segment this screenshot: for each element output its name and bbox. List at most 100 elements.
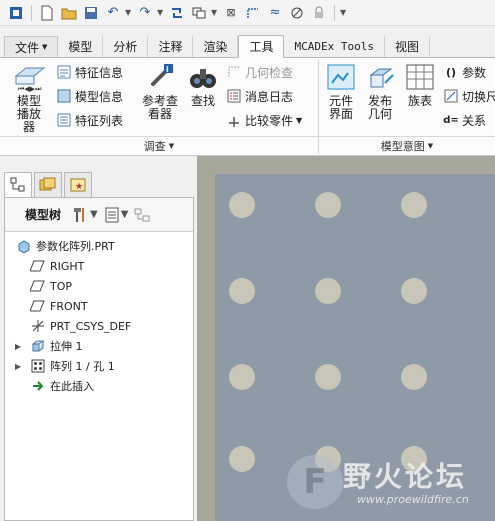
family-table-button[interactable]: 族表 — [402, 62, 438, 108]
save-icon[interactable] — [81, 3, 101, 23]
tab-analysis[interactable]: 分析 — [103, 36, 149, 57]
tree-item-root[interactable]: 参数化阵列.PRT — [15, 236, 115, 256]
tree-item-label: RIGHT — [50, 259, 85, 273]
ribbon-panel: ⏮◀▶⏭ 模型播放器 特征信息 模型信息 特征列表 i 参考查看器 查找 几何检… — [0, 58, 495, 156]
tab-mcadex-tools[interactable]: MCADEx Tools — [284, 36, 385, 57]
geometry-check-button[interactable]: 几何检查 — [226, 62, 293, 82]
model-intent-group-label[interactable]: 模型意图 ▼ — [319, 136, 495, 154]
model-info-button[interactable]: 模型信息 — [56, 86, 123, 106]
feature-list-button[interactable]: 特征列表 — [56, 110, 123, 130]
datum-plane-icon — [29, 258, 47, 274]
family-table-label: 族表 — [407, 94, 432, 108]
regenerate-icon[interactable] — [167, 3, 187, 23]
model-tree-title: 模型树 — [25, 208, 62, 222]
investigate-group-label[interactable]: 调查 ▼ — [0, 136, 318, 154]
redo-icon[interactable]: ↷ — [135, 3, 155, 23]
compare-parts-button[interactable]: 比较零件 ▼ — [226, 110, 302, 130]
watermark-url: www.proewildfire.cn — [357, 493, 469, 506]
feature-info-button[interactable]: 特征信息 — [56, 62, 123, 82]
chevron-down-icon: ▼ — [427, 141, 434, 150]
model-tree-icon — [10, 177, 25, 192]
windows-dropdown-icon[interactable]: ▼ — [211, 8, 219, 17]
tab-file[interactable]: 文件 ▼ — [4, 36, 59, 57]
tree-item-extrude[interactable]: ▶ 拉伸 1 — [15, 336, 83, 356]
tree-item-csys[interactable]: PRT_CSYS_DEF — [29, 316, 131, 336]
relations-button[interactable]: d= 关系 — [443, 110, 486, 130]
pattern-hole — [315, 364, 341, 390]
open-folder-icon[interactable] — [59, 3, 79, 23]
element-interface-button[interactable]: 元件界面 — [322, 62, 360, 121]
tree-item-label: 参数化阵列.PRT — [36, 240, 115, 253]
relations-label: 关系 — [462, 113, 487, 128]
folder-browser-tab[interactable] — [34, 172, 62, 198]
table-grid-icon — [403, 62, 437, 92]
pattern-hole — [315, 192, 341, 218]
group-title: 调查 — [143, 139, 166, 153]
tree-item-label: 阵列 1 / 孔 1 — [50, 360, 115, 373]
find-button[interactable]: 查找 — [186, 62, 220, 108]
message-log-button[interactable]: 消息日志 — [226, 86, 293, 106]
geometry-check-label: 几何检查 — [245, 65, 294, 80]
expand-arrow-icon[interactable]: ▶ — [15, 362, 29, 371]
redo-dropdown-icon[interactable]: ▼ — [157, 8, 165, 17]
close-window-icon[interactable]: ⊠ — [221, 3, 241, 23]
pattern-hole — [401, 364, 427, 390]
lock-icon[interactable] — [309, 3, 329, 23]
datum-plane-icon — [29, 278, 47, 294]
sketch-icon[interactable] — [243, 3, 263, 23]
tree-item-label: 拉伸 1 — [50, 340, 83, 353]
favorites-icon: ★ — [70, 178, 86, 192]
tab-render[interactable]: 渲染 — [193, 36, 239, 57]
feature-list-label: 特征列表 — [75, 113, 124, 128]
tab-model[interactable]: 模型 — [58, 36, 104, 57]
switch-dimensions-icon — [443, 88, 459, 104]
tab-view[interactable]: 视图 — [385, 36, 430, 57]
favorites-tab[interactable]: ★ — [64, 172, 92, 198]
model-player-button[interactable]: ⏮◀▶⏭ 模型播放器 — [6, 62, 52, 134]
tab-tools[interactable]: 工具 — [238, 35, 285, 58]
undo-dropdown-icon[interactable]: ▼ — [125, 8, 133, 17]
publish-geometry-button[interactable]: 发布几何 — [362, 62, 398, 121]
windows-icon[interactable] — [189, 3, 209, 23]
element-interface-icon — [324, 62, 358, 92]
reference-viewer-label: 参考查看器 — [141, 94, 178, 121]
new-file-icon[interactable] — [37, 3, 57, 23]
switch-dimensions-button[interactable]: 切换尺 — [443, 86, 495, 106]
undo-icon[interactable]: ↶ — [103, 3, 123, 23]
chevron-down-icon: ▼ — [90, 209, 98, 220]
svg-text:⏮◀▶⏭: ⏮◀▶⏭ — [18, 85, 42, 92]
measure-icon[interactable] — [287, 3, 307, 23]
tree-item-front[interactable]: FRONT — [29, 296, 88, 316]
tree-item-top[interactable]: TOP — [29, 276, 72, 296]
model-tree-tab[interactable] — [4, 172, 32, 198]
app-icon[interactable] — [6, 3, 26, 23]
feature-list-icon — [56, 112, 72, 128]
model-info-icon — [56, 88, 72, 104]
curve-icon[interactable]: ≈ — [265, 3, 285, 23]
navigator-tabs: ★ — [4, 172, 92, 198]
tree-item-pattern[interactable]: ▶ 阵列 1 / 孔 1 — [15, 356, 115, 376]
tree-show-button[interactable]: ▼ — [104, 205, 128, 225]
list-icon — [105, 207, 119, 222]
reference-viewer-button[interactable]: i 参考查看器 — [138, 62, 182, 121]
message-log-label: 消息日志 — [245, 89, 294, 104]
pattern-hole — [401, 278, 427, 304]
tree-settings-button[interactable]: ▼ — [73, 205, 98, 225]
quick-access-toolbar: ↶ ▼ ↷ ▼ ▼ ⊠ ≈ ▼ — [0, 0, 495, 26]
model-player-label: 模型播放器 — [16, 94, 41, 134]
pattern-hole — [229, 278, 255, 304]
publish-geometry-icon — [363, 62, 397, 92]
publish-geometry-label: 发布几何 — [367, 94, 392, 121]
model-tree-toolbar: 模型树 ▼ ▼ — [5, 198, 193, 232]
pattern-hole — [401, 192, 427, 218]
chevron-down-icon: ▼ — [42, 43, 48, 51]
expand-arrow-icon[interactable]: ▶ — [15, 342, 29, 351]
customize-toolbar-icon[interactable]: ▼ — [340, 8, 348, 17]
tree-item-insert-here[interactable]: 在此插入 — [29, 376, 94, 396]
tree-item-right[interactable]: RIGHT — [29, 256, 84, 276]
tab-annotate[interactable]: 注释 — [148, 36, 194, 57]
parameters-button[interactable]: () 参数 — [443, 62, 486, 82]
pattern-hole — [315, 278, 341, 304]
watermark-logo: F — [287, 455, 343, 509]
tree-filter-button[interactable] — [134, 205, 152, 225]
